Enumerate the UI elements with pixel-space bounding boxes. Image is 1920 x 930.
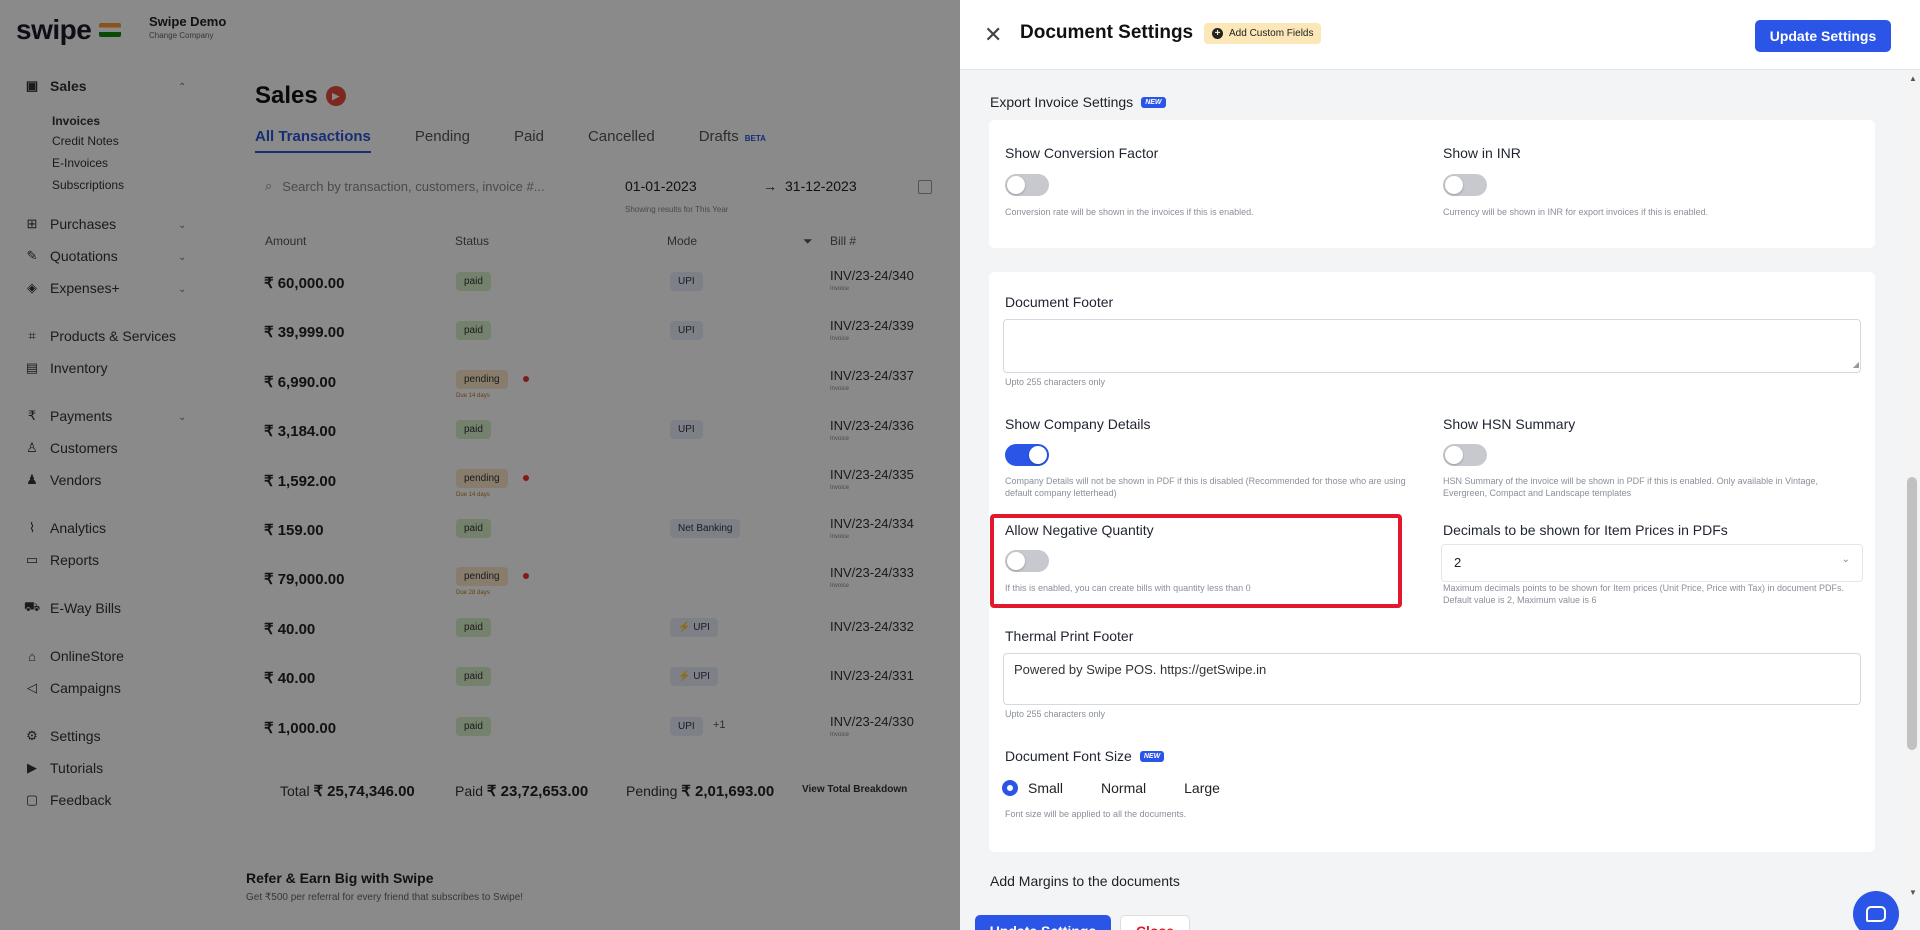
toggle-knob: [1445, 446, 1463, 464]
scroll-down-icon[interactable]: ▼: [1909, 888, 1917, 897]
show-company-details-help: Company Details will not be shown in PDF…: [1005, 476, 1406, 498]
decimals-label: Decimals to be shown for Item Prices in …: [1443, 522, 1728, 538]
thermal-footer-label: Thermal Print Footer: [1005, 628, 1134, 644]
radio-dot: [1002, 780, 1018, 796]
export-section-title: Export Invoice Settings NEW: [990, 94, 1166, 110]
add-custom-fields-button[interactable]: + Add Custom Fields: [1204, 23, 1322, 44]
show-company-details-label: Show Company Details: [1005, 416, 1151, 432]
decimals-value: 2: [1454, 555, 1462, 570]
toggle-knob: [1007, 176, 1025, 194]
drawer-header: ✕ Document Settings + Add Custom Fields …: [960, 0, 1920, 70]
radio-label: Normal: [1101, 780, 1147, 796]
toggle-knob: [1445, 176, 1463, 194]
show-conversion-factor-help: Conversion rate will be shown in the inv…: [1005, 207, 1254, 217]
highlight-box: [990, 514, 1402, 608]
document-footer-help: Upto 255 characters only: [1005, 377, 1106, 387]
show-conversion-factor-toggle[interactable]: [1005, 174, 1049, 196]
thermal-footer-help: Upto 255 characters only: [1005, 709, 1106, 719]
close-icon[interactable]: ✕: [984, 22, 1002, 48]
scrollbar-thumb[interactable]: [1907, 477, 1917, 750]
close-button[interactable]: Close: [1120, 915, 1190, 930]
add-custom-fields-label: Add Custom Fields: [1229, 28, 1314, 39]
show-hsn-summary-toggle[interactable]: [1443, 444, 1487, 466]
font-size-label-text: Document Font Size: [1005, 748, 1132, 764]
margins-section-title: Add Margins to the documents: [990, 873, 1180, 889]
decimals-select[interactable]: 2 ⌄: [1441, 544, 1863, 582]
new-badge: NEW: [1141, 96, 1166, 108]
radio-small[interactable]: Small: [1002, 780, 1063, 796]
chevron-down-icon: ⌄: [1841, 554, 1850, 565]
drawer-title: Document Settings: [1020, 22, 1194, 43]
show-company-details-toggle[interactable]: [1005, 444, 1049, 466]
update-settings-button[interactable]: Update Settings: [1755, 20, 1891, 52]
show-in-inr-toggle[interactable]: [1443, 174, 1487, 196]
export-settings-card: Show Conversion Factor Conversion rate w…: [989, 120, 1875, 248]
resize-handle-icon[interactable]: ◢: [1853, 360, 1859, 369]
toggle-knob: [1029, 446, 1047, 464]
show-in-inr-label: Show in INR: [1443, 145, 1521, 161]
show-hsn-summary-help: HSN Summary of the invoice will be shown…: [1443, 476, 1819, 498]
export-section-label: Export Invoice Settings: [990, 94, 1134, 110]
font-size-label: Document Font Size NEW: [1005, 748, 1165, 764]
modal-backdrop[interactable]: [0, 0, 960, 930]
radio-large[interactable]: Large: [1184, 780, 1220, 796]
font-size-help: Font size will be applied to all the doc…: [1005, 809, 1187, 819]
decimals-help: Maximum decimals points to be shown for …: [1443, 583, 1844, 605]
radio-label: Large: [1184, 780, 1220, 796]
font-size-radio-group: Small Normal Large: [1002, 780, 1220, 796]
radio-label: Small: [1028, 780, 1064, 796]
show-hsn-summary-label: Show HSN Summary: [1443, 416, 1576, 432]
radio-normal[interactable]: Normal: [1101, 780, 1146, 796]
document-footer-textarea[interactable]: [1003, 319, 1861, 373]
new-badge: NEW: [1139, 750, 1165, 762]
document-settings-drawer: ✕ Document Settings + Add Custom Fields …: [960, 0, 1920, 930]
document-footer-label: Document Footer: [1005, 294, 1114, 310]
show-conversion-factor-label: Show Conversion Factor: [1005, 145, 1159, 161]
thermal-footer-textarea[interactable]: Powered by Swipe POS. https://getSwipe.i…: [1003, 653, 1861, 705]
scroll-up-icon[interactable]: ▲: [1909, 74, 1917, 83]
chat-button[interactable]: [1853, 891, 1899, 930]
chat-icon: [1866, 906, 1886, 922]
show-in-inr-help: Currency will be shown in INR for export…: [1443, 207, 1709, 217]
plus-circle-icon: +: [1212, 28, 1223, 39]
update-settings-button-bottom[interactable]: Update Settings: [975, 915, 1111, 930]
